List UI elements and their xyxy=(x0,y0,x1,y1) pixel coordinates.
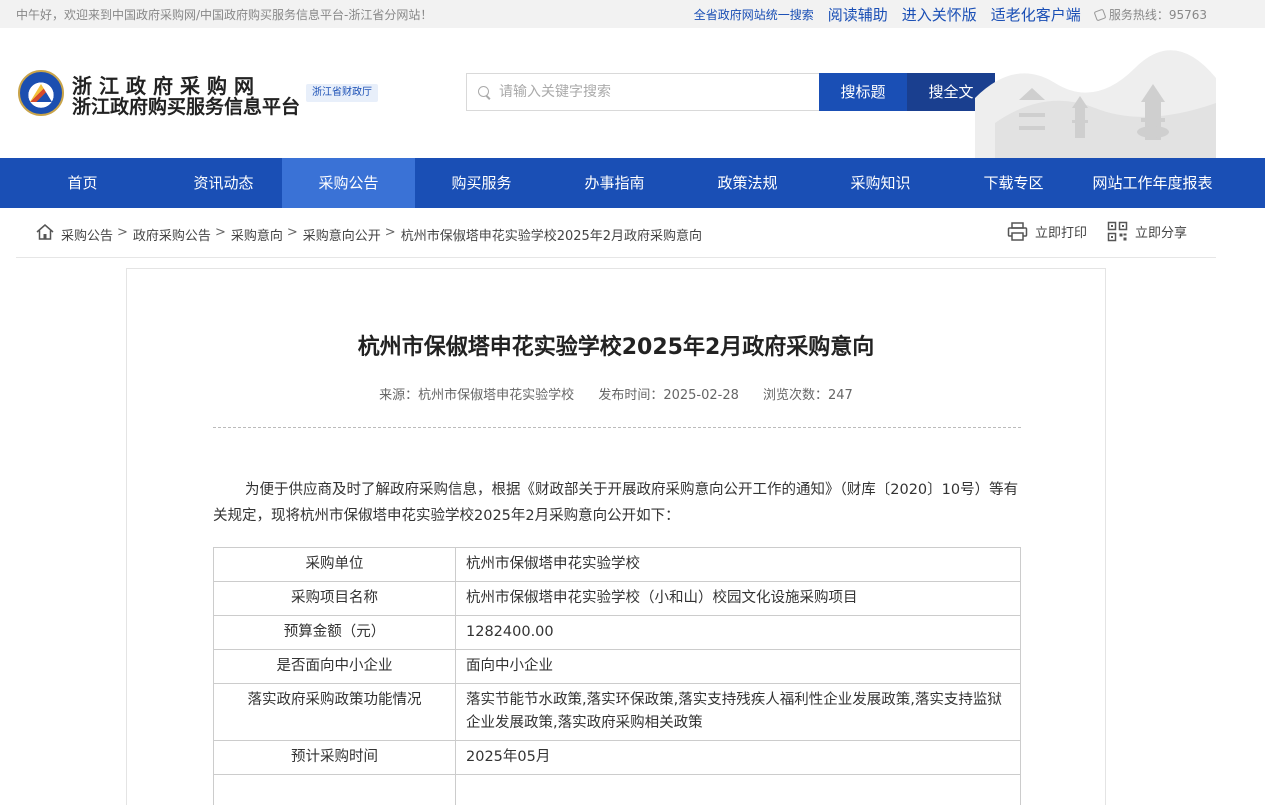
search-title-button[interactable]: 搜标题 xyxy=(819,73,907,111)
hotline-text: 服务热线：95763 xyxy=(1108,8,1207,22)
page-actions: 立即打印 立即分享 xyxy=(1007,221,1187,242)
top-links: 全省政府网站统一搜索 阅读辅助 进入关怀版 适老化客户端 服务热线：95763 xyxy=(694,4,1207,25)
site-logo[interactable] xyxy=(18,70,64,116)
nav-item-download[interactable]: 下载专区 xyxy=(947,158,1080,208)
article-publish-time: 发布时间：2025-02-28 xyxy=(598,388,739,403)
table-value: 2025年05月 xyxy=(455,740,1021,775)
article-card: 杭州市保俶塔申花实验学校2025年2月政府采购意向 来源：杭州市保俶塔申花实验学… xyxy=(126,268,1106,805)
home-icon[interactable] xyxy=(36,224,54,240)
table-value: 面向中小企业 xyxy=(455,649,1021,684)
table-key: 是否面向中小企业 xyxy=(213,649,456,684)
table-key: 采购单位 xyxy=(213,547,456,582)
table-row: 预算金额（元） 1282400.00 xyxy=(213,615,1021,650)
breadcrumb-separator: > xyxy=(286,225,298,240)
table-row: 采购单位 杭州市保俶塔申花实验学校 xyxy=(213,547,1021,582)
reading-aid-link[interactable]: 阅读辅助 xyxy=(828,4,888,25)
table-row: 采购项目名称 杭州市保俶塔申花实验学校（小和山）校园文化设施采购项目 xyxy=(213,581,1021,616)
table-value xyxy=(455,774,1021,805)
breadcrumb-separator: > xyxy=(384,225,396,240)
site-name-secondary: 浙江政府购买服务信息平台 xyxy=(72,96,301,118)
nav-item-home[interactable]: 首页 xyxy=(0,158,165,208)
table-row xyxy=(213,774,1021,805)
print-label: 立即打印 xyxy=(1034,226,1087,241)
table-key: 采购项目名称 xyxy=(213,581,456,616)
search-icon xyxy=(478,85,491,99)
search-input[interactable] xyxy=(499,84,799,100)
breadcrumb: 采购公告 > 政府采购公告 > 采购意向 > 采购意向公开 > 杭州市保俶塔申花实验学校… xyxy=(61,225,702,244)
top-bar: 中午好，欢迎来到中国政府采购网/中国政府购买服务信息平台-浙江省分网站！ 全省政… xyxy=(0,0,1265,28)
nav-item-annual-report[interactable]: 网站工作年度报表 xyxy=(1080,158,1225,208)
logo-emblem xyxy=(30,84,52,102)
breadcrumb-bar: 采购公告 > 政府采购公告 > 采购意向 > 采购意向公开 > 杭州市保俶塔申花实验学校… xyxy=(16,208,1216,258)
divider xyxy=(213,427,1021,428)
nav-item-procurement-notice[interactable]: 采购公告 xyxy=(282,158,415,208)
table-key: 预计采购时间 xyxy=(213,740,456,775)
table-value: 杭州市保俶塔申花实验学校 xyxy=(455,547,1021,582)
article-intro: 为便于供应商及时了解政府采购信息，根据《财政部关于开展政府采购意向公开工作的通知… xyxy=(213,482,1019,524)
article-meta: 来源：杭州市保俶塔申花实验学校 发布时间：2025-02-28 浏览次数：247 xyxy=(127,384,1105,403)
breadcrumb-current: 杭州市保俶塔申花实验学校2025年2月政府采购意向 xyxy=(400,229,703,244)
elderly-client-link[interactable]: 适老化客户端 xyxy=(991,4,1081,25)
page-title: 杭州市保俶塔申花实验学校2025年2月政府采购意向 xyxy=(357,335,875,360)
table-value: 1282400.00 xyxy=(455,615,1021,650)
article-source: 来源：杭州市保俶塔申花实验学校 xyxy=(379,388,575,403)
phone-icon xyxy=(1093,8,1107,21)
dept-badge: 浙江省财政厅 xyxy=(306,84,378,102)
breadcrumb-separator: > xyxy=(117,225,128,240)
care-mode-link[interactable]: 进入关怀版 xyxy=(902,4,977,25)
nav-item-news[interactable]: 资讯动态 xyxy=(165,158,282,208)
site-header: 浙江政府采购网 浙江政府购买服务信息平台 浙江省财政厅 搜标题 搜全文 xyxy=(0,28,1265,158)
breadcrumb-item[interactable]: 采购公告 xyxy=(61,225,113,244)
nav-item-purchase-service[interactable]: 购买服务 xyxy=(415,158,548,208)
share-button[interactable]: 立即分享 xyxy=(1107,221,1187,242)
procurement-info-table: 采购单位 杭州市保俶塔申花实验学校 采购项目名称 杭州市保俶塔申花实验学校（小和… xyxy=(213,547,1021,805)
nav-item-guide[interactable]: 办事指南 xyxy=(548,158,681,208)
breadcrumb-item[interactable]: 政府采购公告 xyxy=(133,225,211,244)
breadcrumb-item[interactable]: 采购意向 xyxy=(231,225,283,244)
scenery-decoration xyxy=(975,50,1216,158)
breadcrumb-separator: > xyxy=(214,225,226,240)
share-label: 立即分享 xyxy=(1134,226,1187,241)
nav-item-policy[interactable]: 政策法规 xyxy=(681,158,814,208)
nav-item-knowledge[interactable]: 采购知识 xyxy=(814,158,947,208)
table-key xyxy=(213,774,456,805)
table-key: 预算金额（元） xyxy=(213,615,456,650)
welcome-text: 中午好，欢迎来到中国政府采购网/中国政府购买服务信息平台-浙江省分网站！ xyxy=(16,8,433,22)
table-row: 落实政府采购政策功能情况 落实节能节水政策,落实环保政策,落实支持残疾人福利性企… xyxy=(213,683,1021,741)
qrcode-icon xyxy=(1107,221,1128,242)
breadcrumb-item[interactable]: 采购意向公开 xyxy=(303,225,381,244)
printer-icon xyxy=(1007,222,1028,241)
print-button[interactable]: 立即打印 xyxy=(1007,221,1087,242)
article-views: 浏览次数：247 xyxy=(763,388,853,403)
table-key: 落实政府采购政策功能情况 xyxy=(213,683,456,741)
table-value: 落实节能节水政策,落实环保政策,落实支持残疾人福利性企业发展政策,落实支持监狱企… xyxy=(455,683,1021,741)
table-row: 预计采购时间 2025年05月 xyxy=(213,740,1021,775)
main-nav: 首页 资讯动态 采购公告 购买服务 办事指南 政策法规 采购知识 下载专区 网站… xyxy=(0,158,1265,208)
search-all-link[interactable]: 全省政府网站统一搜索 xyxy=(694,6,814,23)
table-value: 杭州市保俶塔申花实验学校（小和山）校园文化设施采购项目 xyxy=(455,581,1021,616)
hotline: 服务热线：95763 xyxy=(1093,6,1207,23)
search-box xyxy=(466,73,819,111)
table-row: 是否面向中小企业 面向中小企业 xyxy=(213,649,1021,684)
